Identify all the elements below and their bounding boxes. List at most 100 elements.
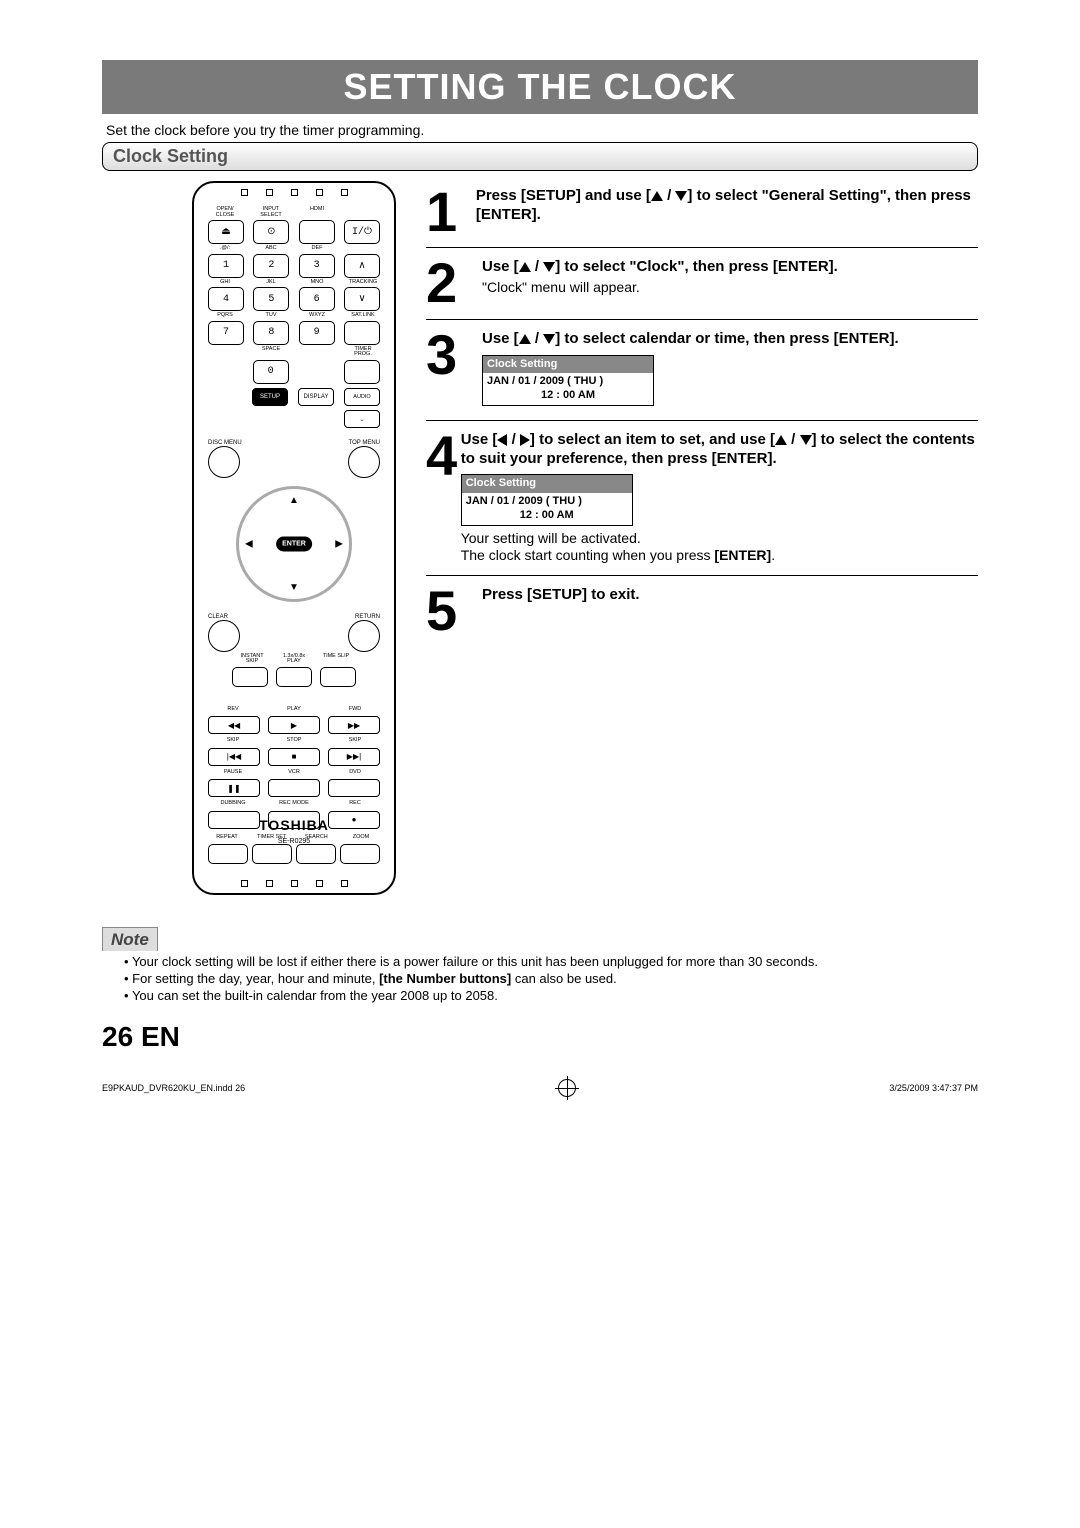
button-label: SAT.LINK <box>346 313 380 319</box>
registration-mark-icon <box>558 1079 576 1097</box>
clear-label: CLEAR <box>208 614 228 620</box>
button-label: PAUSE <box>208 770 258 776</box>
step-2: 2Use [ / ] to select "Clock", then press… <box>426 258 978 319</box>
button-label: VCR <box>269 770 319 776</box>
time-slip-button <box>320 667 356 687</box>
number-9-button: 9 <box>299 321 335 345</box>
button-label: PLAY <box>269 707 319 713</box>
osd-time: 12 : 00 AM <box>487 389 649 403</box>
step-number: 4 <box>426 431 461 481</box>
down-arrow-icon <box>543 262 555 272</box>
remote-illustration: OPEN/ CLOSE INPUT SELECT HDMI ⏏ ⊙ I/⏻ .@… <box>192 181 396 895</box>
button-label: HDMI <box>300 207 334 218</box>
hdmi-button <box>299 220 335 244</box>
note-item: For setting the day, year, hour and minu… <box>124 971 970 986</box>
osd-date: JAN / 01 / 2009 ( THU ) <box>466 495 628 509</box>
number-7-button: 7 <box>208 321 244 345</box>
channel-down-button: ∨ <box>344 287 380 311</box>
button-label: FWD <box>330 707 380 713</box>
button-label <box>208 347 242 358</box>
skip-back-button: |◀◀ <box>208 748 260 766</box>
down-icon: ▼ <box>289 582 299 593</box>
clear-button <box>208 620 240 652</box>
return-label: RETURN <box>355 614 380 620</box>
number-0-button: 0 <box>253 360 289 384</box>
button-label: ABC <box>254 246 288 252</box>
step-3: 3Use [ / ] to select calendar or time, t… <box>426 330 978 421</box>
step-subtext: "Clock" menu will appear. <box>482 279 838 297</box>
return-button <box>348 620 380 652</box>
step-after-text: Your setting will be activated.The clock… <box>461 530 978 565</box>
button-label: TUV <box>254 313 288 319</box>
up-icon: ▲ <box>289 495 299 506</box>
number-5-button: 5 <box>253 287 289 311</box>
button-label: TIME SLIP <box>319 654 353 665</box>
steps-column: 1Press [SETUP] and use [ / ] to select "… <box>426 181 978 656</box>
button-label: SPACE <box>254 347 288 358</box>
button-label: STOP <box>269 738 319 744</box>
timer-prog-button <box>344 360 380 384</box>
button-label: DVD <box>330 770 380 776</box>
up-arrow-icon <box>651 191 663 201</box>
power-button: I/⏻ <box>344 220 380 244</box>
number-4-button: 4 <box>208 287 244 311</box>
left-arrow-icon <box>497 434 507 446</box>
display-button: DISPLAY <box>298 388 334 406</box>
nav-pad: ▲ ▼ ◀ ▶ ENTER <box>236 486 352 602</box>
right-icon: ▶ <box>335 538 343 549</box>
subtitle-button: ⎵ <box>344 410 380 428</box>
dvd-button <box>328 779 380 797</box>
number-3-button: 3 <box>299 254 335 278</box>
osd-header: Clock Setting <box>462 475 632 493</box>
button-label: INPUT SELECT <box>254 207 288 218</box>
osd-time: 12 : 00 AM <box>466 509 628 523</box>
open-close-button: ⏏ <box>208 220 244 244</box>
timer-set-button <box>252 844 292 864</box>
button-label: INSTANT SKIP <box>235 654 269 665</box>
zoom-button <box>340 844 380 864</box>
footer-timestamp: 3/25/2009 3:47:37 PM <box>889 1083 978 1093</box>
step-1: 1Press [SETUP] and use [ / ] to select "… <box>426 187 978 248</box>
footer-file: E9PKAUD_DVR620KU_EN.indd 26 <box>102 1083 245 1093</box>
button-label: OPEN/ CLOSE <box>208 207 242 218</box>
repeat-button <box>208 844 248 864</box>
button-label: JKL <box>254 280 288 286</box>
left-icon: ◀ <box>245 538 253 549</box>
pause-button: ❚❚ <box>208 779 260 797</box>
button-label: .@/: <box>208 246 242 252</box>
button-label: 1.3x/0.8x PLAY <box>277 654 311 665</box>
number-8-button: 8 <box>253 321 289 345</box>
section-header: Clock Setting <box>102 142 978 171</box>
note-section: Note Your clock setting will be lost if … <box>102 930 978 1003</box>
button-label <box>346 246 380 252</box>
note-item: You can set the built-in calendar from t… <box>124 988 970 1003</box>
button-label: TIMER PROG. <box>346 347 380 358</box>
step-body: Use [ / ] to select "Clock", then press … <box>482 258 838 296</box>
disc-menu-label: DISC MENU <box>208 440 242 446</box>
instant-skip-button <box>232 667 268 687</box>
brand-label: TOSHIBA <box>194 817 394 833</box>
input-select-button: ⊙ <box>253 220 289 244</box>
step-body: Press [SETUP] and use [ / ] to select "G… <box>476 187 978 225</box>
top-menu-label: TOP MENU <box>349 440 380 446</box>
step-body: Use [ / ] to select calendar or time, th… <box>482 330 899 410</box>
note-list: Your clock setting will be lost if eithe… <box>110 954 970 1003</box>
intro-text: Set the clock before you try the timer p… <box>106 122 974 138</box>
step-body: Press [SETUP] to exit. <box>482 586 640 605</box>
button-label: PQRS <box>208 313 242 319</box>
print-footer: E9PKAUD_DVR620KU_EN.indd 26 3/25/2009 3:… <box>102 1079 978 1097</box>
play-button: ▶ <box>268 716 320 734</box>
fwd-button: ▶▶ <box>328 716 380 734</box>
skip-fwd-button: ▶▶| <box>328 748 380 766</box>
button-label: SKIP <box>330 738 380 744</box>
button-label: GHI <box>208 280 242 286</box>
button-label: WXYZ <box>300 313 334 319</box>
up-arrow-icon <box>775 435 787 445</box>
stop-button: ■ <box>268 748 320 766</box>
setup-button: SETUP <box>252 388 288 406</box>
step-5: 5Press [SETUP] to exit. <box>426 586 978 646</box>
step-number: 1 <box>426 187 476 237</box>
osd-date: JAN / 01 / 2009 ( THU ) <box>487 375 649 389</box>
up-arrow-icon <box>519 262 531 272</box>
osd-box: Clock SettingJAN / 01 / 2009 ( THU )12 :… <box>482 355 654 406</box>
